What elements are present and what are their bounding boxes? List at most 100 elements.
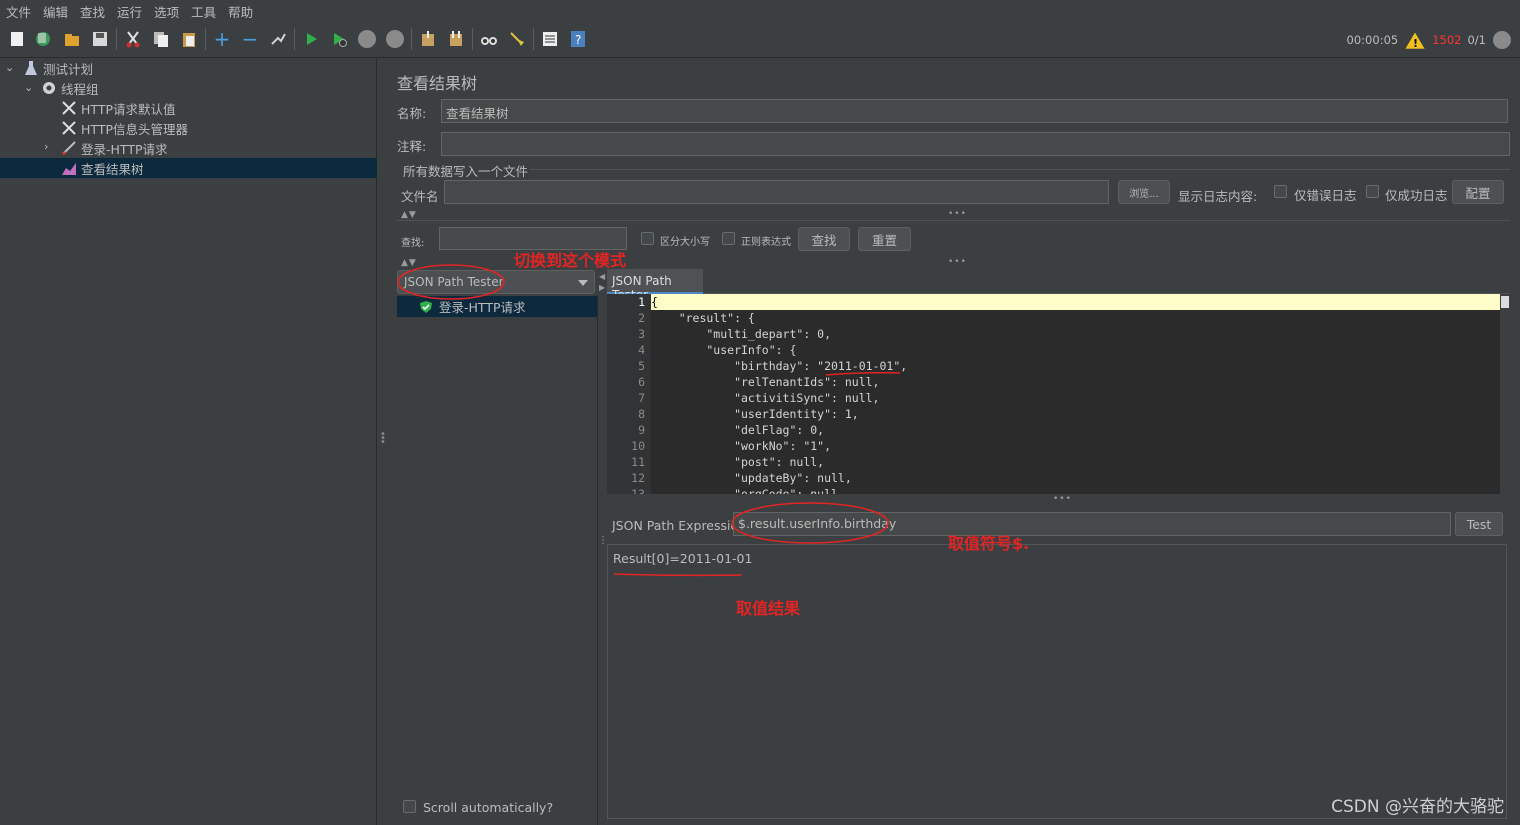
code-line: "post": null, bbox=[651, 455, 825, 469]
collapse-left-icon[interactable]: ◀ bbox=[599, 272, 606, 281]
collapse-arrows[interactable]: ▲▼ bbox=[401, 258, 417, 268]
new-icon[interactable] bbox=[5, 27, 29, 51]
svg-text:?: ? bbox=[575, 33, 581, 47]
menu-search[interactable]: 查找 bbox=[74, 2, 111, 21]
sample-result-item[interactable]: 登录-HTTP请求 bbox=[397, 296, 597, 317]
splitter-grip[interactable]: ••• bbox=[1053, 494, 1072, 504]
success-only-label: 仅成功日志 bbox=[1385, 188, 1448, 203]
stop-icon[interactable] bbox=[355, 27, 379, 51]
renderer-selected: JSON Path Tester bbox=[404, 275, 504, 289]
chart-icon bbox=[60, 159, 78, 177]
tree-item-thread-group[interactable]: 线程组 bbox=[40, 78, 99, 98]
collapse-right-icon[interactable]: ▶ bbox=[599, 283, 606, 292]
jsonpath-label: JSON Path Expression bbox=[612, 518, 747, 533]
code-line: "birthday": "2011-01-01", bbox=[651, 359, 908, 373]
configure-button[interactable]: 配置 bbox=[1452, 180, 1504, 204]
open-icon[interactable] bbox=[60, 27, 84, 51]
reset-button[interactable]: 重置 bbox=[858, 227, 911, 251]
menu-edit[interactable]: 编辑 bbox=[37, 2, 74, 21]
name-field[interactable]: 查看结果树 bbox=[441, 99, 1508, 123]
wrench-icon bbox=[60, 119, 78, 137]
menu-file[interactable]: 文件 bbox=[0, 2, 37, 21]
toggle-icon[interactable] bbox=[266, 27, 290, 51]
comment-field[interactable] bbox=[441, 132, 1510, 156]
line-number: 1 bbox=[638, 295, 645, 309]
tree-item-login-request[interactable]: 登录-HTTP请求 bbox=[60, 138, 168, 158]
paste-icon[interactable] bbox=[177, 27, 201, 51]
gear-icon bbox=[40, 79, 58, 97]
code-line: "workNo": "1", bbox=[651, 439, 832, 453]
scroll-auto-label: Scroll automatically? bbox=[423, 800, 554, 815]
filename-field[interactable] bbox=[444, 180, 1109, 204]
scroll-auto-checkbox[interactable] bbox=[403, 800, 416, 813]
splitter-grip[interactable]: ••• bbox=[948, 257, 967, 267]
copy-icon[interactable] bbox=[149, 27, 173, 51]
tree-item-label: HTTP请求默认值 bbox=[81, 101, 176, 117]
shutdown-icon[interactable] bbox=[383, 27, 407, 51]
start-no-pause-icon[interactable] bbox=[327, 27, 351, 51]
binoculars-icon[interactable] bbox=[477, 27, 501, 51]
sample-label: 登录-HTTP请求 bbox=[439, 300, 526, 315]
save-icon[interactable] bbox=[88, 27, 112, 51]
line-number: 11 bbox=[631, 455, 645, 469]
case-sensitive-label: 区分大小写 bbox=[660, 237, 710, 248]
tree-item-test-plan[interactable]: 测试计划 bbox=[22, 58, 93, 78]
line-number: 9 bbox=[638, 423, 645, 437]
search-label: 查找: bbox=[401, 238, 425, 249]
code-line: "delFlag": 0, bbox=[651, 423, 825, 437]
regex-label: 正则表达式 bbox=[741, 237, 791, 248]
start-icon[interactable] bbox=[299, 27, 323, 51]
warning-icon[interactable]: ! bbox=[1404, 30, 1426, 50]
jsonpath-input[interactable]: $.result.userInfo.birthday bbox=[733, 512, 1451, 536]
browse-button[interactable]: 浏览... bbox=[1118, 180, 1170, 204]
tree-item-http-defaults[interactable]: HTTP请求默认值 bbox=[60, 98, 176, 118]
function-helper-icon[interactable] bbox=[538, 27, 562, 51]
name-label: 名称: bbox=[397, 106, 427, 121]
file-section-title: 所有数据写入一个文件 bbox=[403, 164, 529, 179]
line-number: 8 bbox=[638, 407, 645, 421]
expand-icon[interactable]: + bbox=[210, 27, 234, 51]
code-line: "updateBy": null, bbox=[651, 471, 852, 485]
watermark: CSDN @兴奋的大骆驼 bbox=[1331, 797, 1504, 817]
response-json-viewer[interactable]: 1 2 3 4 5 6 7 8 9 10 11 12 13 { "result": { "multi_d… bbox=[607, 294, 1510, 494]
tree-item-label: 登录-HTTP请求 bbox=[81, 141, 168, 157]
menu-run[interactable]: 运行 bbox=[111, 2, 148, 21]
errors-only-checkbox[interactable] bbox=[1274, 185, 1287, 198]
cut-icon[interactable] bbox=[121, 27, 145, 51]
success-only-checkbox[interactable] bbox=[1366, 185, 1379, 198]
collapse-icon[interactable]: − bbox=[238, 27, 262, 51]
menu-options[interactable]: 选项 bbox=[148, 2, 185, 21]
collapse-arrows[interactable]: ▲▼ bbox=[401, 210, 417, 220]
broom-icon[interactable] bbox=[505, 27, 529, 51]
pane-splitter[interactable]: • • • bbox=[378, 58, 386, 825]
line-number: 5 bbox=[638, 359, 645, 373]
menu-tools[interactable]: 工具 bbox=[185, 2, 222, 21]
tab-json-path-tester[interactable]: JSON Path Tester bbox=[607, 269, 703, 302]
chevron-down-icon bbox=[578, 280, 588, 286]
menu-help[interactable]: 帮助 bbox=[222, 2, 259, 21]
regex-checkbox[interactable] bbox=[722, 232, 735, 245]
result-panel: Result[0]=2011-01-01 bbox=[607, 544, 1507, 819]
chevron-down-icon[interactable]: ⌄ bbox=[24, 81, 33, 94]
vertical-scrollbar[interactable] bbox=[1500, 294, 1510, 494]
menu-bar: 文件 编辑 查找 运行 选项 工具 帮助 bbox=[0, 0, 1520, 22]
tree-item-view-results[interactable]: 查看结果树 bbox=[0, 158, 377, 178]
find-button[interactable]: 查找 bbox=[798, 227, 850, 251]
clear-all-icon[interactable] bbox=[444, 27, 468, 51]
chevron-down-icon[interactable]: ⌄ bbox=[5, 61, 14, 74]
tree-item-header-manager[interactable]: HTTP信息头管理器 bbox=[60, 118, 188, 138]
help-icon[interactable]: ? bbox=[566, 27, 590, 51]
templates-icon[interactable] bbox=[31, 27, 55, 51]
thread-count: 0/1 bbox=[1467, 33, 1486, 47]
test-button[interactable]: Test bbox=[1455, 512, 1503, 536]
code-line: { bbox=[651, 295, 658, 309]
splitter-grip[interactable]: ••• bbox=[948, 209, 967, 219]
code-line: "userIdentity": 1, bbox=[651, 407, 859, 421]
code-line: "multi_depart": 0, bbox=[651, 327, 832, 341]
test-plan-tree: ⌄ 测试计划 ⌄ 线程组 HTTP请求默认值 HTTP信息头管理器 › 登录-H… bbox=[0, 58, 377, 825]
chevron-right-icon[interactable]: › bbox=[44, 140, 48, 153]
renderer-select[interactable]: JSON Path Tester bbox=[397, 270, 595, 294]
case-sensitive-checkbox[interactable] bbox=[641, 232, 654, 245]
panel-title: 查看结果树 bbox=[397, 74, 478, 93]
clear-icon[interactable] bbox=[416, 27, 440, 51]
